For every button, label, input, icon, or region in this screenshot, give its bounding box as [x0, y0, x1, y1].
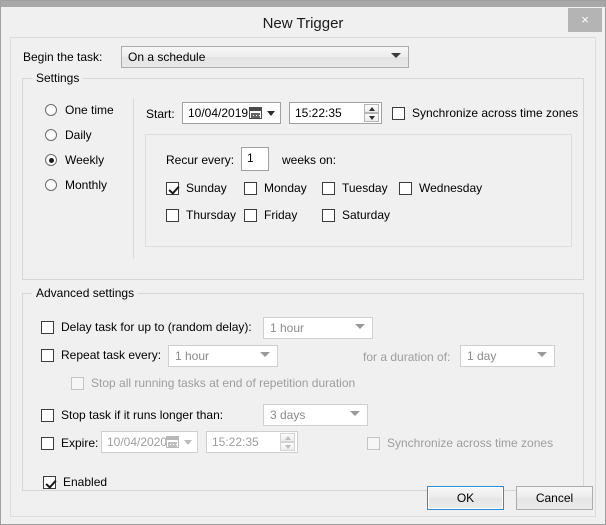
close-icon[interactable]: ×	[568, 8, 602, 32]
expire-time-value: 15:22:35	[212, 435, 259, 449]
radio-label: Weekly	[65, 153, 105, 167]
settings-divider	[133, 99, 134, 259]
repeat-duration-value: 1 day	[467, 349, 497, 363]
cancel-button[interactable]: Cancel	[516, 486, 593, 510]
delay-duration-value: 1 hour	[270, 321, 305, 335]
start-time-value: 15:22:35	[295, 106, 342, 120]
chevron-down-icon	[350, 411, 360, 416]
repeat-interval-select[interactable]: 1 hour	[168, 345, 278, 367]
settings-group-title: Settings	[32, 71, 84, 85]
chevron-down-icon[interactable]	[267, 111, 275, 116]
new-trigger-dialog: New Trigger × Begin the task: On a sched…	[0, 0, 606, 525]
checkbox-label: Sunday	[186, 181, 227, 195]
spinner-down-icon[interactable]	[280, 442, 295, 451]
radio-label: Monthly	[65, 178, 108, 192]
checkbox-indicator	[244, 209, 257, 222]
start-date-input[interactable]: 10/04/2019	[182, 102, 281, 124]
checkbox-indicator-disabled	[367, 437, 380, 450]
calendar-icon[interactable]	[249, 107, 262, 119]
checkbox-indicator-disabled	[71, 377, 84, 390]
advanced-settings-group-title: Advanced settings	[32, 286, 139, 300]
recur-every-value: 1	[247, 151, 254, 165]
begin-task-label: Begin the task:	[23, 50, 103, 64]
begin-task-select[interactable]: On a schedule	[121, 46, 409, 68]
start-date-value: 10/04/2019	[188, 106, 249, 120]
checkbox-indicator	[41, 409, 54, 422]
checkbox-indicator	[166, 209, 179, 222]
chevron-down-icon	[537, 352, 547, 357]
checkbox-indicator-checked	[43, 476, 56, 489]
checkbox-label: Enabled	[63, 475, 108, 489]
repeat-duration-select[interactable]: 1 day	[460, 345, 555, 367]
delay-duration-select[interactable]: 1 hour	[263, 317, 373, 339]
chevron-down-icon[interactable]	[184, 440, 192, 445]
spinner-up-icon[interactable]	[364, 104, 379, 113]
expire-date-input[interactable]: 10/04/2020	[101, 431, 198, 453]
chevron-down-icon	[355, 324, 365, 329]
ok-button[interactable]: OK	[427, 486, 504, 510]
recur-every-input[interactable]: 1	[241, 147, 269, 171]
dialog-content: Begin the task: On a schedule Settings O…	[10, 37, 596, 517]
checkbox-label: Saturday	[342, 208, 391, 222]
checkbox-label: Tuesday	[342, 181, 388, 195]
checkbox-label: Synchronize across time zones	[412, 106, 579, 120]
radio-label: One time	[65, 103, 114, 117]
checkbox-label: Stop all running tasks at end of repetit…	[91, 376, 356, 390]
checkbox-indicator	[244, 182, 257, 195]
recur-every-label: Recur every:	[166, 153, 235, 167]
checkbox-indicator	[399, 182, 412, 195]
spinner-up-icon[interactable]	[280, 433, 295, 442]
expire-time-input[interactable]: 15:22:35	[206, 431, 298, 453]
checkbox-label: Stop task if it runs longer than:	[61, 408, 224, 422]
repeat-duration-label: for a duration of:	[363, 350, 451, 364]
begin-task-value: On a schedule	[128, 50, 206, 64]
checkbox-label: Thursday	[186, 208, 237, 222]
start-label: Start:	[146, 107, 175, 121]
checkbox-indicator	[41, 321, 54, 334]
checkbox-label: Synchronize across time zones	[387, 436, 554, 450]
stop-task-duration-select[interactable]: 3 days	[263, 404, 368, 426]
checkbox-label: Expire:	[61, 436, 99, 450]
checkbox-label: Repeat task every:	[61, 348, 162, 362]
radio-indicator-selected	[45, 154, 57, 166]
chevron-down-icon	[391, 53, 401, 58]
repeat-interval-value: 1 hour	[175, 349, 210, 363]
expire-date-value: 10/04/2020	[107, 435, 168, 449]
radio-indicator	[45, 179, 57, 191]
checkbox-label: Delay task for up to (random delay):	[61, 320, 252, 334]
checkbox-label: Wednesday	[419, 181, 483, 195]
weeks-on-label: weeks on:	[282, 153, 337, 167]
settings-group: Settings One time Daily Weekly Monthly S…	[22, 71, 584, 280]
title-bar: New Trigger ×	[1, 7, 605, 37]
weekly-options-panel: Recur every: 1 weeks on: Sunday Monday T…	[145, 134, 572, 247]
checkbox-indicator	[41, 349, 54, 362]
start-time-spinner[interactable]	[364, 104, 379, 123]
checkbox-label: Monday	[264, 181, 307, 195]
radio-label: Daily	[65, 128, 92, 142]
expire-time-spinner[interactable]	[280, 433, 295, 452]
checkbox-indicator	[392, 107, 405, 120]
calendar-icon[interactable]	[166, 436, 179, 448]
window-title: New Trigger	[262, 15, 344, 32]
checkbox-indicator	[322, 182, 335, 195]
checkbox-indicator-checked	[166, 182, 179, 195]
checkbox-label: Friday	[264, 208, 298, 222]
spinner-down-icon[interactable]	[364, 113, 379, 122]
radio-indicator	[45, 104, 57, 116]
stop-task-duration-value: 3 days	[270, 408, 306, 422]
checkbox-indicator	[41, 437, 54, 450]
chevron-down-icon	[260, 352, 270, 357]
checkbox-indicator	[322, 209, 335, 222]
advanced-settings-group: Advanced settings Delay task for up to (…	[22, 286, 584, 491]
radio-indicator	[45, 129, 57, 141]
start-time-input[interactable]: 15:22:35	[289, 102, 382, 124]
